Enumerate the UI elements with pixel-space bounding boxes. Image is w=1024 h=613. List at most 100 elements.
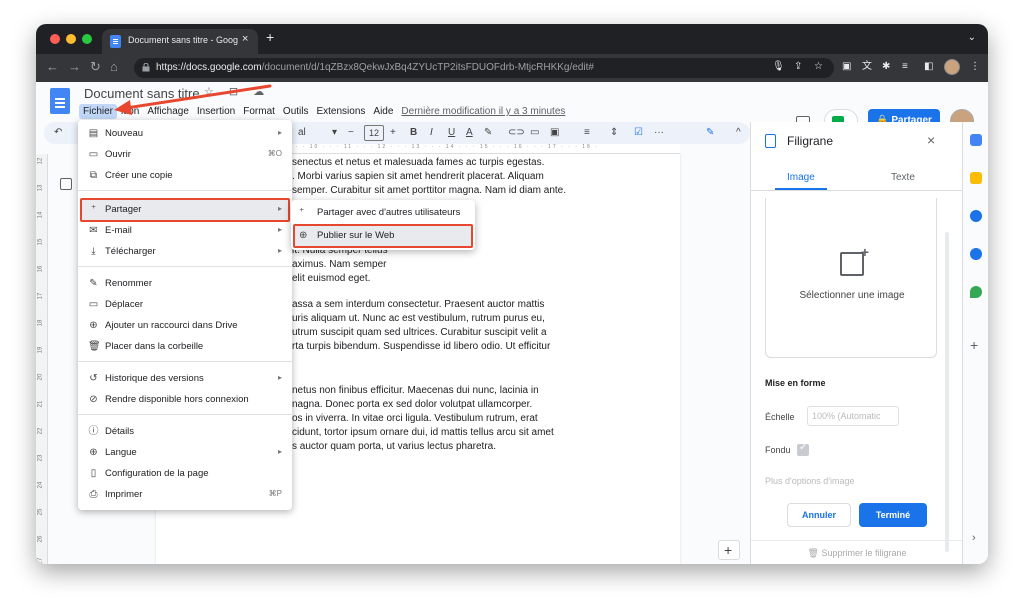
submenu-item-publish-web[interactable]: ⊕ Publier sur le Web xyxy=(291,226,475,246)
browser-menu-icon[interactable]: ⋮ xyxy=(970,61,980,73)
reload-button[interactable]: ↻ xyxy=(90,60,101,74)
highlight-icon[interactable]: ✎ xyxy=(484,127,492,138)
underline-button[interactable]: U xyxy=(448,127,455,138)
menu-item-hors-connexion[interactable]: ⊘ Rendre disponible hors connexion xyxy=(78,390,292,410)
new-tab-button[interactable]: + xyxy=(266,30,274,44)
menu-extensions[interactable]: Extensions xyxy=(312,104,369,119)
bold-button[interactable]: B xyxy=(410,127,417,138)
submenu-arrow-icon: ▸ xyxy=(277,225,282,234)
menu-insertion[interactable]: Insertion xyxy=(193,104,239,119)
minimize-window-button[interactable] xyxy=(66,34,76,44)
line-spacing-icon[interactable]: ⇕ xyxy=(610,127,618,138)
increase-font-size-button[interactable]: + xyxy=(390,127,396,138)
panel-scrollbar[interactable] xyxy=(945,232,949,552)
collapse-toolbar-icon[interactable]: ^ xyxy=(736,127,741,138)
back-button[interactable]: ← xyxy=(46,60,59,74)
menu-item-details[interactable]: ⓘ Détails xyxy=(78,422,292,442)
scale-select[interactable]: 100% (Automatic xyxy=(807,406,899,426)
menu-item-telecharger[interactable]: ⤓ Télécharger ▸ xyxy=(78,242,292,262)
menu-item-deplacer[interactable]: ▭ Déplacer xyxy=(78,295,292,315)
document-outline-icon[interactable] xyxy=(60,178,72,190)
tab-text[interactable]: Texte xyxy=(891,172,915,183)
puzzle-extensions-icon[interactable]: ✱ xyxy=(882,61,890,73)
close-window-button[interactable] xyxy=(50,34,60,44)
menu-item-langue[interactable]: ⊕ Langue ▸ xyxy=(78,443,292,463)
cancel-button[interactable]: Annuler xyxy=(787,503,851,527)
remove-watermark-button[interactable]: 🗑 Supprimer le filigrane xyxy=(751,540,963,564)
paragraph[interactable]: assa a sem interdum consectetur. Praesen… xyxy=(292,298,622,354)
paragraph[interactable]: netus non finibus efficitur. Maecenas du… xyxy=(292,384,622,454)
close-panel-icon[interactable]: × xyxy=(927,132,935,148)
translate-extension-icon[interactable]: 文 xyxy=(862,61,872,73)
sidebar-icon[interactable]: ◧ xyxy=(924,61,933,73)
title-actions-icons[interactable]: ☆ ⊡ ☁ xyxy=(204,85,270,98)
profile-avatar[interactable] xyxy=(944,59,960,75)
undo-icon[interactable]: ↶ xyxy=(54,127,62,138)
add-addon-icon[interactable]: + xyxy=(970,338,978,352)
select-image-area[interactable]: Sélectionner une image xyxy=(765,198,937,358)
contacts-icon[interactable] xyxy=(970,248,982,260)
add-comment-button[interactable] xyxy=(718,540,740,560)
add-comment-icon[interactable]: ▭ xyxy=(530,127,539,138)
menu-aide[interactable]: Aide xyxy=(369,104,397,119)
paragraph[interactable]: senectus et netus et malesuada fames ac … xyxy=(292,156,622,198)
menu-item-renommer[interactable]: ✎ Renommer xyxy=(78,274,292,294)
tab-list-icon[interactable]: ⌄ xyxy=(968,32,976,43)
maps-icon[interactable] xyxy=(970,286,982,298)
last-edit-link[interactable]: Dernière modification il y a 3 minutes xyxy=(401,106,565,117)
menu-item-ouvrir[interactable]: ▭ Ouvrir ⌘O xyxy=(78,145,292,165)
share-submenu: ⁺ Partager avec d'autres utilisateurs ⊕ Pu… xyxy=(291,200,475,250)
menu-item-imprimer[interactable]: ⎙ Imprimer ⌘P xyxy=(78,485,292,505)
maximize-window-button[interactable] xyxy=(82,34,92,44)
done-button[interactable]: Terminé xyxy=(859,503,927,527)
editing-mode-icon[interactable]: ✎ xyxy=(706,127,714,138)
menu-affichage[interactable]: Affichage xyxy=(143,104,193,119)
collapse-rail-icon[interactable]: › xyxy=(972,532,976,544)
insert-image-icon[interactable]: ▣ xyxy=(550,127,559,138)
menu-edition[interactable]: ition xyxy=(117,104,143,119)
page-setup-icon: ▯ xyxy=(90,468,97,479)
offline-icon: ⊘ xyxy=(89,394,98,405)
home-button[interactable]: ⌂ xyxy=(110,60,118,74)
submenu-item-share-users[interactable]: ⁺ Partager avec d'autres utilisateurs xyxy=(291,203,475,223)
browser-tab[interactable]: Document sans titre - Google D × xyxy=(102,29,258,54)
more-tools-icon[interactable]: ··· xyxy=(654,127,664,138)
menu-item-email[interactable]: ✉ E-mail ▸ xyxy=(78,221,292,241)
tab-close-icon[interactable]: × xyxy=(242,33,248,45)
document-title[interactable]: Document sans titre xyxy=(84,86,200,101)
more-image-options[interactable]: Plus d'options d'image xyxy=(765,476,855,486)
tasks-icon[interactable] xyxy=(970,210,982,222)
keep-icon[interactable] xyxy=(970,172,982,184)
calendar-icon[interactable] xyxy=(970,134,982,146)
menu-item-raccourci[interactable]: ⊕ Ajouter un raccourci dans Drive xyxy=(78,316,292,336)
checklist-icon[interactable]: ☑ xyxy=(634,127,643,138)
menu-item-configuration[interactable]: ▯ Configuration de la page xyxy=(78,464,292,484)
microphone-icon[interactable]: 🎙 xyxy=(772,61,785,73)
reading-list-icon[interactable]: ≡ xyxy=(902,61,908,73)
submenu-arrow-icon: ▸ xyxy=(277,373,282,382)
tab-image[interactable]: Image xyxy=(787,172,815,183)
text-color-button[interactable]: A xyxy=(466,127,473,138)
chevron-down-icon[interactable]: ▾ xyxy=(332,127,337,138)
menu-item-nouveau[interactable]: ▤ Nouveau ▸ xyxy=(78,124,292,144)
menu-item-copie[interactable]: ⧉ Créer une copie xyxy=(78,166,292,186)
menu-item-historique[interactable]: ↺ Historique des versions ▸ xyxy=(78,369,292,389)
shield-extension-icon[interactable]: ▣ xyxy=(842,61,851,73)
align-icon[interactable]: ≡ xyxy=(584,127,590,138)
bookmark-star-icon[interactable]: ☆ xyxy=(814,61,823,73)
italic-button[interactable]: I xyxy=(430,127,433,138)
link-icon[interactable]: ⊂⊃ xyxy=(508,127,525,138)
url-input[interactable]: https://docs.google.com/document/d/1qZBz… xyxy=(134,58,834,78)
menu-item-partager[interactable]: ⁺ Partager ▸ xyxy=(78,200,292,220)
menu-fichier[interactable]: Fichier xyxy=(79,104,118,119)
menu-outils[interactable]: Outils xyxy=(279,104,313,119)
font-size-input[interactable]: 12 xyxy=(364,125,384,141)
menu-format[interactable]: Format xyxy=(239,104,279,119)
font-name-select[interactable]: al xyxy=(298,127,306,138)
docs-logo-icon[interactable] xyxy=(50,88,70,114)
decrease-font-size-button[interactable]: − xyxy=(348,127,354,138)
menu-item-corbeille[interactable]: 🗑 Placer dans la corbeille xyxy=(78,337,292,357)
share-page-icon[interactable]: ⇪ xyxy=(794,61,802,73)
forward-button[interactable]: → xyxy=(68,60,81,74)
fade-checkbox[interactable] xyxy=(797,442,809,456)
